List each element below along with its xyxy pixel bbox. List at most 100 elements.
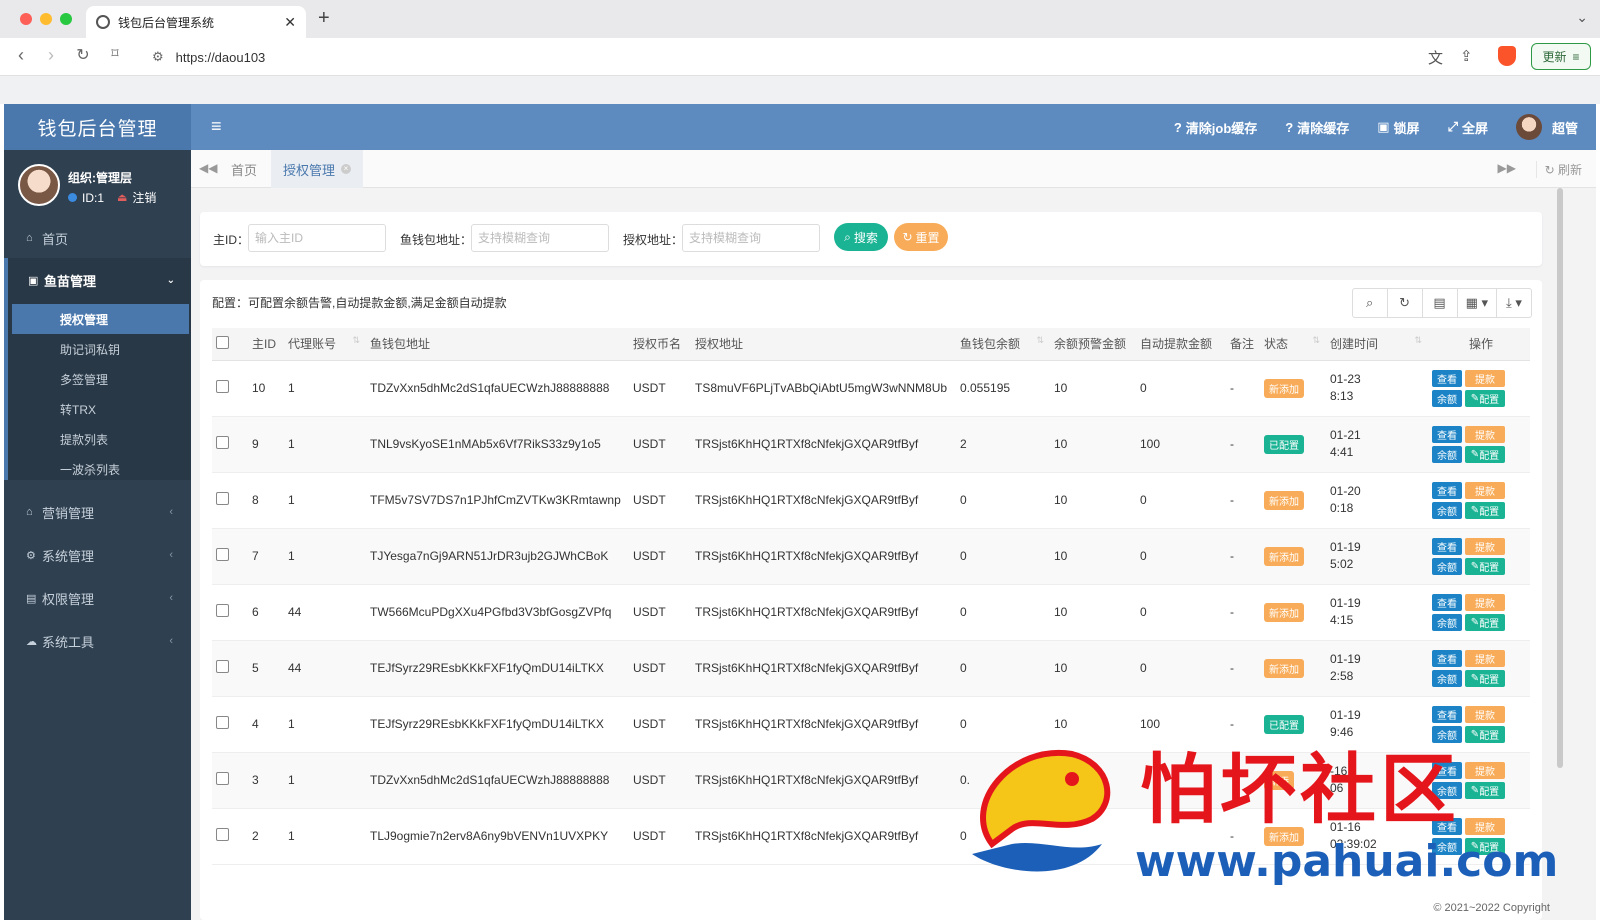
row-checkbox[interactable] <box>216 380 229 393</box>
row-select-cell[interactable] <box>212 528 248 585</box>
table-row[interactable]: 5 44 TEJfSyrz29REsbKKkFXF1fyQmDU14iLTKX USD… <box>212 640 1530 697</box>
table-row[interactable]: 10 1 TDZvXxn5dhMc2dS1qfaUECWzhJ88888888 USD… <box>212 360 1530 417</box>
row-checkbox[interactable] <box>216 828 229 841</box>
site-settings-icon[interactable]: ⚙ <box>152 49 164 65</box>
config-button[interactable]: ✎ 配置 <box>1465 725 1505 743</box>
col-header[interactable]: 鱼钱包地址 <box>366 328 629 361</box>
col-header[interactable]: 创建时间 ⇅ <box>1326 328 1428 361</box>
logout-link[interactable]: 注销 <box>132 189 156 206</box>
user-menu[interactable]: 超管 <box>1515 114 1578 140</box>
export-icon[interactable]: ⤓ ▾ <box>1496 288 1532 318</box>
row-select-cell[interactable] <box>212 416 248 473</box>
row-checkbox[interactable] <box>216 436 229 449</box>
col-header[interactable]: 代理账号 ⇅ <box>284 328 366 361</box>
col-header[interactable]: 鱼钱包余额 ⇅ <box>956 328 1050 361</box>
row-checkbox[interactable] <box>216 548 229 561</box>
refresh-icon[interactable]: ↻ <box>1386 288 1423 318</box>
balance-button[interactable]: 余额 <box>1432 557 1462 575</box>
config-button[interactable]: ✎ 配置 <box>1465 389 1505 407</box>
forward-icon[interactable]: › <box>40 45 62 66</box>
withdraw-button[interactable]: 提款 <box>1465 369 1505 387</box>
row-select-cell[interactable] <box>212 472 248 529</box>
row-checkbox[interactable] <box>216 660 229 673</box>
share-icon[interactable]: ⇪ <box>1460 47 1473 65</box>
sidebar-item-kill[interactable]: 一波杀列表 <box>12 454 189 484</box>
col-header[interactable]: 授权地址 <box>691 328 956 361</box>
sidebar-item-home[interactable]: ⌂ 首页 <box>4 218 191 258</box>
col-header[interactable]: 授权币名 <box>629 328 691 361</box>
view-button[interactable]: 查看 <box>1432 705 1462 723</box>
translate-icon[interactable]: 文 <box>1428 47 1443 68</box>
tabs-scroll-right-icon[interactable]: ▶▶ <box>1498 161 1516 175</box>
balance-button[interactable]: 余额 <box>1432 501 1462 519</box>
withdraw-button[interactable]: 提款 <box>1465 537 1505 555</box>
reload-icon[interactable]: ↻ <box>72 45 94 65</box>
withdraw-button[interactable]: 提款 <box>1465 761 1505 779</box>
new-tab-button[interactable]: + <box>318 7 330 30</box>
withdraw-button[interactable]: 提款 <box>1465 425 1505 443</box>
config-button[interactable]: ✎ 配置 <box>1465 613 1505 631</box>
sidebar-item-system[interactable]: ⚙ 系统管理 ‹ <box>4 535 191 575</box>
close-window-button[interactable] <box>20 13 32 25</box>
col-header[interactable]: 状态 ⇅ <box>1260 328 1326 361</box>
auth-addr-input[interactable] <box>682 224 820 252</box>
main-id-input[interactable] <box>248 224 386 252</box>
row-checkbox[interactable] <box>216 492 229 505</box>
page-scrollbar[interactable] <box>1557 188 1563 768</box>
update-button[interactable]: 更新 ≡ <box>1531 43 1591 70</box>
balance-button[interactable]: 余额 <box>1432 669 1462 687</box>
fullscreen-button[interactable]: ⤢ 全屏 <box>1448 118 1488 137</box>
clear-cache-button[interactable]: ? 清除缓存 <box>1285 118 1349 137</box>
row-select-cell[interactable] <box>212 640 248 697</box>
row-select-cell[interactable] <box>212 752 248 809</box>
row-select-cell[interactable] <box>212 360 248 417</box>
config-button[interactable]: ✎ 配置 <box>1465 445 1505 463</box>
browser-tab[interactable]: 钱包后台管理系统 ✕ <box>86 6 306 38</box>
tab-auth[interactable]: 授权管理 × <box>271 150 364 188</box>
view-button[interactable]: 查看 <box>1432 369 1462 387</box>
col-header[interactable]: 自动提款金额 <box>1136 328 1226 361</box>
columns-icon[interactable]: ▦ ▾ <box>1456 288 1497 318</box>
tabs-scroll-left-icon[interactable]: ◀◀ <box>199 161 217 175</box>
view-button[interactable]: 查看 <box>1432 593 1462 611</box>
bookmark-icon[interactable]: ⌑ <box>104 45 126 62</box>
select-all-header[interactable] <box>212 328 248 361</box>
reset-button[interactable]: ↻ 重置 <box>894 223 948 251</box>
balance-button[interactable]: 余额 <box>1432 613 1462 631</box>
col-header[interactable]: 备注 <box>1226 328 1260 361</box>
lock-screen-button[interactable]: ▣ 锁屏 <box>1377 118 1419 137</box>
zoom-window-button[interactable] <box>60 13 72 25</box>
row-select-cell[interactable] <box>212 584 248 641</box>
row-checkbox[interactable] <box>216 772 229 785</box>
row-select-cell[interactable] <box>212 696 248 753</box>
withdraw-button[interactable]: 提款 <box>1465 649 1505 667</box>
sidebar-item-withdraw[interactable]: 提款列表 <box>12 424 189 454</box>
sidebar-item-permission[interactable]: ▤ 权限管理 ‹ <box>4 578 191 618</box>
sidebar-item-tools[interactable]: ☁ 系统工具 ‹ <box>4 621 191 661</box>
back-icon[interactable]: ‹ <box>10 45 32 66</box>
withdraw-button[interactable]: 提款 <box>1465 817 1505 835</box>
close-icon[interactable]: ✕ <box>284 14 296 31</box>
sidebar-item-marketing[interactable]: ⌂ 营销管理 ‹ <box>4 492 191 532</box>
view-button[interactable]: 查看 <box>1432 481 1462 499</box>
sidebar-item-multisig[interactable]: 多签管理 <box>12 364 189 394</box>
view-button[interactable]: 查看 <box>1432 425 1462 443</box>
config-button[interactable]: ✎ 配置 <box>1465 781 1505 799</box>
withdraw-button[interactable]: 提款 <box>1465 705 1505 723</box>
sidebar-item-auth[interactable]: 授权管理 <box>12 304 189 334</box>
sidebar-item-mnemonic[interactable]: 助记词私钥 <box>12 334 189 364</box>
sidebar-group-head[interactable]: ▣ 鱼苗管理 ⌄ <box>8 258 191 302</box>
withdraw-button[interactable]: 提款 <box>1465 481 1505 499</box>
view-button[interactable]: 查看 <box>1432 537 1462 555</box>
sidebar-item-trx[interactable]: 转TRX <box>12 394 189 424</box>
clear-job-cache-button[interactable]: ? 清除job缓存 <box>1174 118 1257 137</box>
col-header[interactable]: 主ID <box>248 328 284 361</box>
row-checkbox[interactable] <box>216 604 229 617</box>
search-icon[interactable]: ⌕ <box>1351 288 1388 318</box>
col-header[interactable]: 余额预警金额 <box>1050 328 1136 361</box>
search-button[interactable]: ⌕ 搜索 <box>834 223 888 251</box>
balance-button[interactable]: 余额 <box>1432 389 1462 407</box>
row-select-cell[interactable] <box>212 808 248 865</box>
address-bar[interactable]: ⚙ https://daou103 <box>140 43 1410 71</box>
close-icon[interactable]: × <box>341 164 352 174</box>
